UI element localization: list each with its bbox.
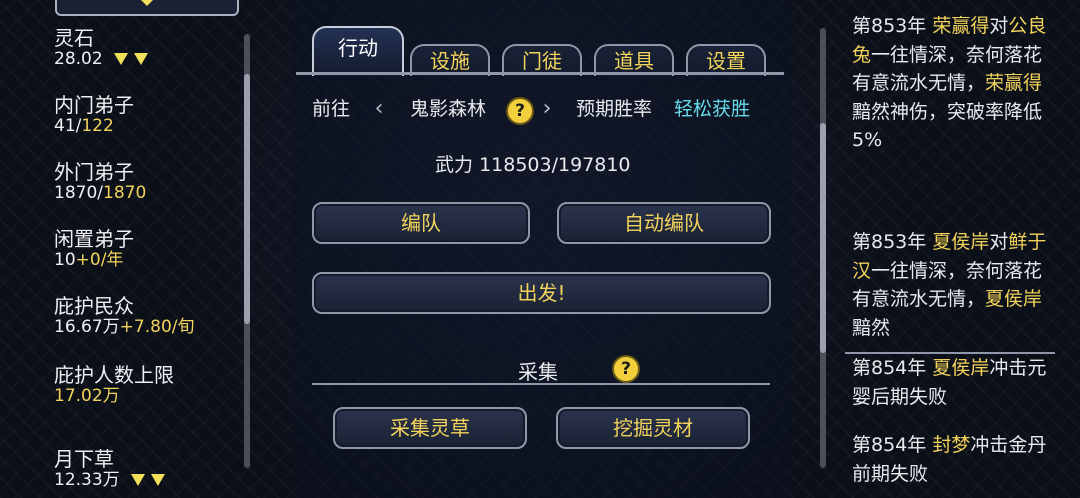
gather-help-icon[interactable]: ? [612,355,640,383]
tab-bar: 行动 设施 门徒 道具 设置 [298,6,784,76]
down-arrow-icon[interactable] [114,53,129,65]
formation-button[interactable]: 编队 [312,202,530,244]
tab-underline [296,72,784,75]
dig-material-button[interactable]: 挖掘灵材 [556,407,750,449]
tab-action[interactable]: 行动 [312,26,404,76]
down-arrow-icon[interactable] [134,53,149,65]
resource-spirit-stone: 灵石 28.02 [54,26,149,69]
banner-arrow-icon [137,0,157,6]
resource-value: 41/122 [54,116,114,136]
win-rate-value: 轻松获胜 [674,98,751,120]
auto-formation-button[interactable]: 自动编队 [557,202,771,244]
log-entry-clipped: 第853年 夏侯岸对鲜于汉一往情深，奈何落花有意流水无情，夏侯岸黯然 [852,228,1052,348]
location-name: 鬼影森林 [410,98,487,120]
down-arrow-icon[interactable] [131,474,146,486]
chevron-right-icon[interactable]: › [536,95,558,121]
log-entry: 第854年 夏侯岸冲击元婴后期失败 [852,357,1047,408]
resource-label: 庇护民众 [54,294,134,318]
gather-section-title: 采集 [518,360,558,384]
goto-label: 前往 [312,98,351,120]
resource-value: 10+0/年 [54,250,124,270]
log-entry: 第853年 夏侯岸对鲜于汉一往情深，奈何落花有意流水无情，夏侯岸黯然 [852,231,1047,339]
down-arrow-icon[interactable] [151,474,166,486]
scrollbar-thumb[interactable] [820,123,826,353]
depart-button[interactable]: 出发! [312,272,771,314]
resource-protected-people: 庇护民众 16.67万+7.80/旬 [54,296,195,337]
resource-value: 28.02 [54,50,149,69]
win-rate-label: 预期胜率 [576,98,653,120]
top-banner[interactable] [55,0,239,16]
resource-panel: 灵石 28.02 内门弟子 41/122 外门弟子 1870/1870 闲置弟子… [0,0,262,498]
resource-value: 1870/1870 [54,183,147,203]
log-scrollbar[interactable] [820,28,826,468]
resource-protection-cap: 庇护人数上限 17.02万 [54,365,174,406]
resource-value: 17.02万 [54,386,120,406]
resource-moon-grass: 月下草 12.33万 [54,447,166,490]
force-stat: 武力 118503/197810 [435,154,631,176]
resource-label: 内门弟子 [54,93,134,117]
resource-label: 庇护人数上限 [54,363,174,387]
scrollbar-thumb[interactable] [244,74,250,324]
resource-idle-disciples: 闲置弟子 10+0/年 [54,229,134,270]
resource-scrollbar[interactable] [244,34,250,468]
resource-label: 灵石 [54,26,94,50]
resource-value: 12.33万 [54,471,166,490]
resource-label: 月下草 [54,447,114,471]
resource-outer-disciples: 外门弟子 1870/1870 [54,162,146,203]
resource-value: 16.67万+7.80/旬 [54,317,195,337]
section-divider [312,383,770,385]
log-entry: 第854年 封梦冲击金丹前期失败 [852,434,1047,485]
location-help-icon[interactable]: ? [506,97,534,125]
resource-label: 闲置弟子 [54,227,134,251]
gather-herb-button[interactable]: 采集灵草 [333,407,527,449]
chevron-left-icon[interactable]: ‹ [368,95,390,121]
resource-label: 外门弟子 [54,160,134,184]
destination-row: 前往 ‹ 鬼影森林 ? › 预期胜率 轻松获胜 [312,92,792,126]
resource-inner-disciples: 内门弟子 41/122 [54,95,134,136]
log-entry: 第853年 荣赢得对公良兔一往情深，奈何落花有意流水无情，荣赢得黯然神伤，突破率… [852,15,1047,151]
